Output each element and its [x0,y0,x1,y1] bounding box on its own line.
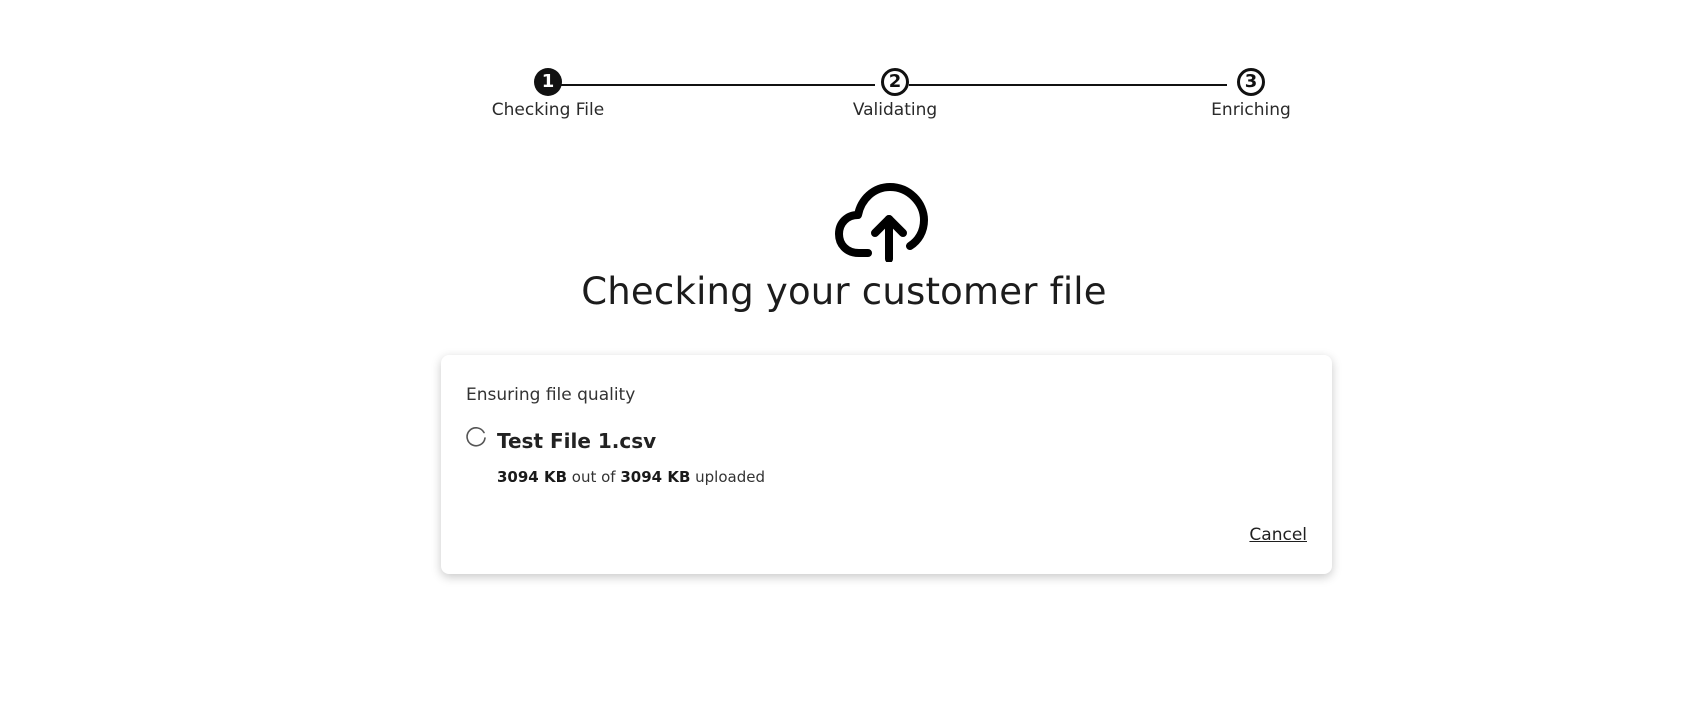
step-number-badge: 1 [534,68,562,96]
step-label: Checking File [491,100,605,120]
step-number-badge: 2 [881,68,909,96]
upload-status-card: Ensuring file quality Test File 1.csv 30… [441,355,1332,574]
uploaded-text: uploaded [690,468,765,486]
step-validating: 2 Validating [795,68,995,120]
step-enriching: 3 Enriching [1151,68,1351,120]
page-title: Checking your customer file [581,270,1107,313]
loading-spinner-icon [466,427,486,447]
cancel-button[interactable]: Cancel [1249,525,1307,545]
total-size: 3094 KB [620,468,691,486]
out-of-text: out of [567,468,621,486]
cloud-upload-icon [835,183,928,262]
upload-progress-text: 3094 KB out of 3094 KB uploaded [497,468,765,486]
card-subtitle: Ensuring file quality [466,385,636,405]
step-number-badge: 3 [1237,68,1265,96]
uploaded-size: 3094 KB [497,468,568,486]
progress-stepper: 1 Checking File 2 Validating 3 Enriching [0,0,1688,140]
step-label: Validating [852,100,938,120]
file-name: Test File 1.csv [497,429,657,453]
step-checking-file: 1 Checking File [448,68,648,120]
step-label: Enriching [1211,100,1291,120]
upload-page: 1 Checking File 2 Validating 3 Enriching… [0,0,1688,704]
